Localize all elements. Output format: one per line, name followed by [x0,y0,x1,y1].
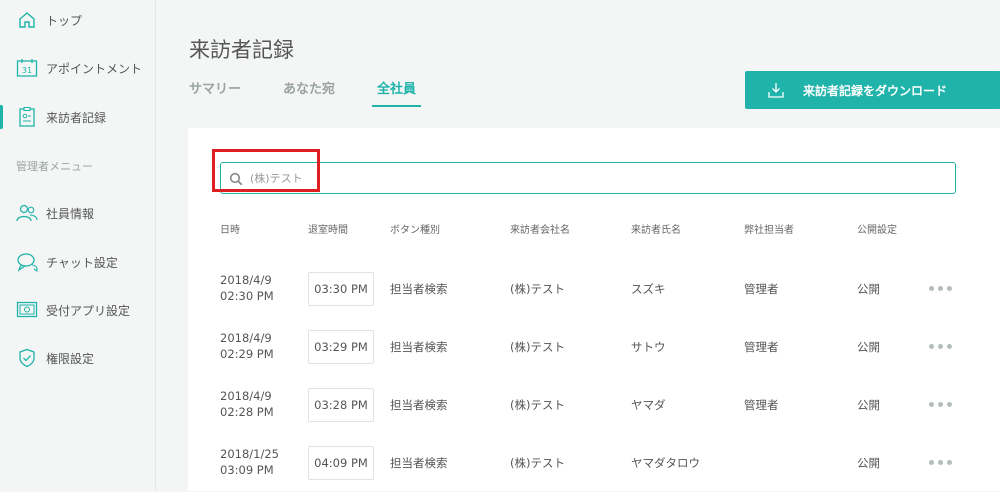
row-datetime: 2018/1/25 03:09 PM [220,446,279,478]
row-visibility: 公開 [857,456,880,470]
column-header-staff: 弊社担当者 [744,225,794,236]
row-visitor-name: ヤマダ [631,398,666,412]
row-staff: 管理者 [744,398,779,412]
calendar-icon: 31 [16,57,38,79]
row-button-type: 担当者検索 [390,456,448,470]
download-button-label: 来訪者記録をダウンロード [803,83,948,98]
row-time: 02:30 PM [220,289,274,303]
users-icon [16,202,38,224]
home-icon [16,9,38,31]
search-input[interactable] [248,170,932,186]
row-date: 2018/4/9 [220,273,272,287]
exit-time-field[interactable]: 03:30 PM [308,272,374,306]
row-datetime: 2018/4/9 02:30 PM [220,272,274,304]
more-options-icon[interactable] [929,344,956,349]
search-box[interactable] [220,162,956,194]
tab-addressed-to-you[interactable]: あなた宛 [283,78,335,107]
sidebar-item-label: トップ [46,13,83,28]
row-button-type: 担当者検索 [390,340,448,354]
sidebar-item-visitor-record[interactable]: 来訪者記録 [0,100,155,134]
app-window: トップ 31 アポイントメント 来訪者記録 管理者メニュー 社員情報 チャット設… [0,0,1000,491]
sidebar-item-permission-settings[interactable]: 権限設定 [0,341,155,375]
shield-icon [16,347,38,369]
row-date: 2018/4/9 [220,331,272,345]
row-date: 2018/1/25 [220,447,279,461]
row-time: 02:28 PM [220,405,274,419]
records-card: 日時 退室時間 ボタン種別 来訪者会社名 来訪者氏名 弊社担当者 公開設定 20… [188,128,1000,491]
table-row: 2018/4/9 02:28 PM 03:28 PM 担当者検索 (株)テスト … [188,376,1000,434]
tab-all-employees[interactable]: 全社員 [372,78,422,107]
sidebar: トップ 31 アポイントメント 来訪者記録 管理者メニュー 社員情報 チャット設… [0,0,156,491]
exit-time-field[interactable]: 03:28 PM [308,388,374,422]
column-header-visitor-name: 来訪者氏名 [631,225,681,236]
row-datetime: 2018/4/9 02:28 PM [220,388,274,420]
row-datetime: 2018/4/9 02:29 PM [220,330,274,362]
row-staff: 管理者 [744,282,779,296]
row-date: 2018/4/9 [220,389,272,403]
more-options-icon[interactable] [929,402,956,407]
page-title: 来訪者記録 [189,38,294,63]
tab-bar: サマリー あなた宛 全社員 [189,78,458,107]
row-time: 03:09 PM [220,463,274,477]
exit-time-field[interactable]: 04:09 PM [308,446,374,480]
more-options-icon[interactable] [929,460,956,465]
sidebar-item-label: 社員情報 [46,206,95,221]
sidebar-item-label: 来訪者記録 [46,110,107,125]
row-company: (株)テスト [510,282,565,296]
main-content: 来訪者記録 サマリー あなた宛 全社員 来訪者記録をダウンロード 日時 退室時間… [156,0,1000,491]
row-visitor-name: ヤマダタロウ [631,456,700,470]
row-staff: 管理者 [744,340,779,354]
sidebar-item-appointment[interactable]: 31 アポイントメント [0,51,155,85]
sidebar-item-label: 受付アプリ設定 [46,303,131,318]
row-visibility: 公開 [857,340,880,354]
sidebar-item-label: 権限設定 [46,351,95,366]
row-visibility: 公開 [857,398,880,412]
sidebar-item-employee-info[interactable]: 社員情報 [0,196,155,230]
admin-menu-section-title: 管理者メニュー [16,160,93,173]
row-visitor-name: サトウ [631,340,666,354]
table-row: 2018/4/9 02:30 PM 03:30 PM 担当者検索 (株)テスト … [188,260,1000,318]
column-header-visitor-company: 来訪者会社名 [510,225,570,236]
column-header-button-type: ボタン種別 [390,225,440,236]
tab-summary[interactable]: サマリー [189,78,241,107]
sidebar-item-chat-settings[interactable]: チャット設定 [0,245,155,279]
row-company: (株)テスト [510,398,565,412]
sidebar-item-label: チャット設定 [46,255,118,270]
sidebar-item-top[interactable]: トップ [0,3,155,37]
column-header-datetime: 日時 [220,225,240,236]
column-header-exit-time: 退室時間 [308,225,348,236]
row-company: (株)テスト [510,456,565,470]
download-icon [767,81,785,99]
row-visibility: 公開 [857,282,880,296]
row-button-type: 担当者検索 [390,398,448,412]
row-visitor-name: スズキ [631,282,666,296]
table-row: 2018/4/9 02:29 PM 03:29 PM 担当者検索 (株)テスト … [188,318,1000,376]
calendar-icon-text: 31 [22,66,32,75]
row-button-type: 担当者検索 [390,282,448,296]
table-row: 2018/1/25 03:09 PM 04:09 PM 担当者検索 (株)テスト… [188,434,1000,492]
app-settings-icon [16,299,38,321]
chat-icon [16,251,38,273]
more-options-icon[interactable] [929,286,956,291]
sidebar-item-label: アポイントメント [46,61,143,76]
search-icon [229,171,243,186]
exit-time-field[interactable]: 03:29 PM [308,330,374,364]
row-time: 02:29 PM [220,347,274,361]
column-header-visibility: 公開設定 [857,225,897,236]
visitor-record-icon [16,106,38,128]
sidebar-item-reception-app-settings[interactable]: 受付アプリ設定 [0,293,155,327]
download-visitor-records-button[interactable]: 来訪者記録をダウンロード [745,71,1000,109]
row-company: (株)テスト [510,340,565,354]
